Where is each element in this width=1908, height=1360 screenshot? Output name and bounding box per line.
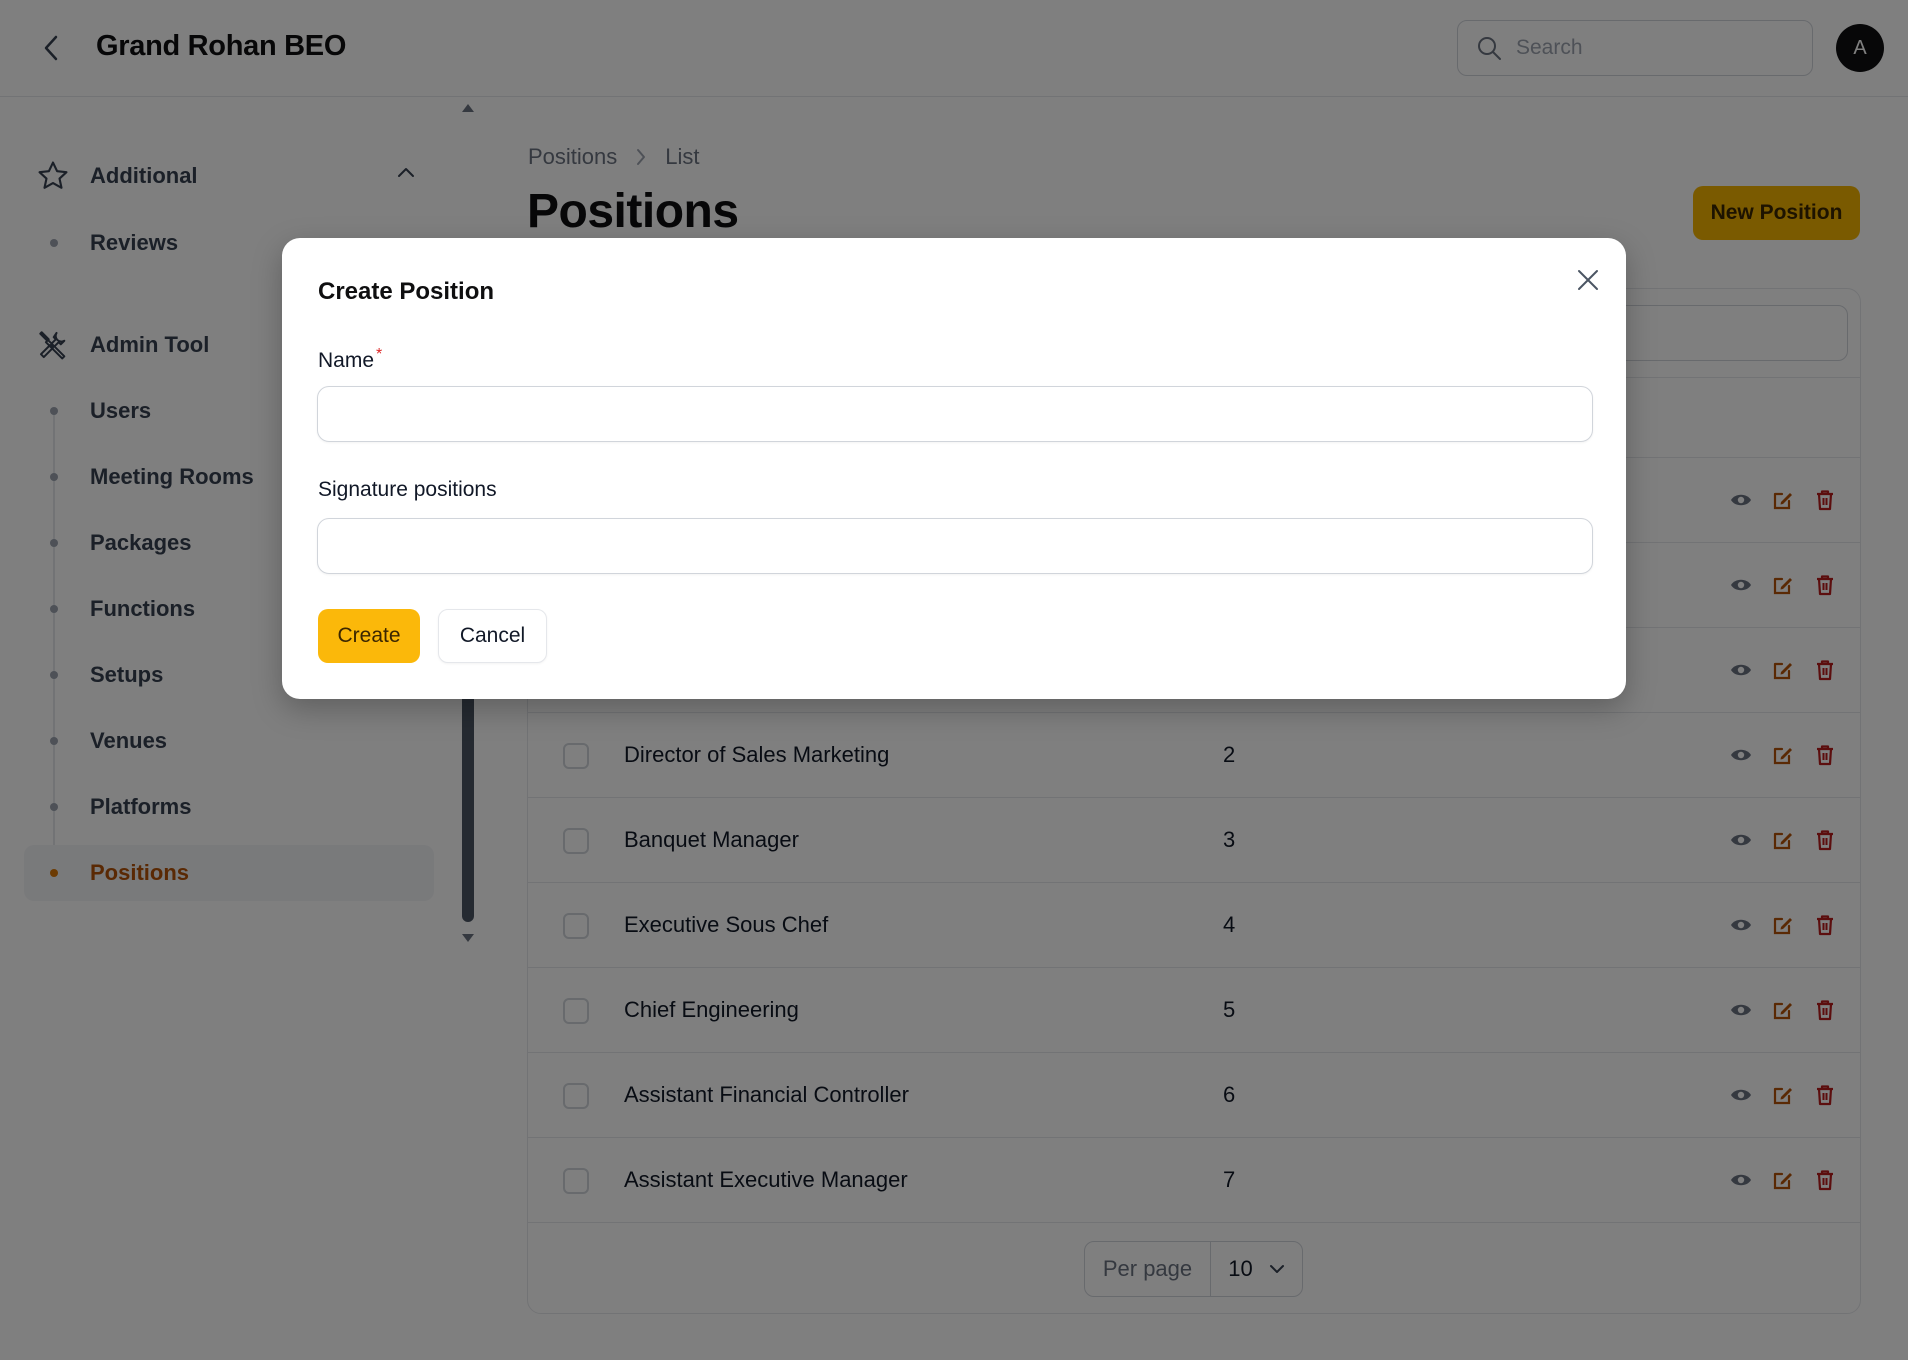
close-button[interactable] [1570, 262, 1606, 298]
cancel-button[interactable]: Cancel [438, 609, 547, 663]
create-position-modal: Create Position Name * Signature position… [282, 238, 1626, 699]
name-field-label: Name * [318, 346, 382, 373]
name-label-text: Name [318, 349, 375, 372]
create-button[interactable]: Create [318, 609, 420, 663]
close-icon [1578, 270, 1598, 290]
required-asterisk: * [376, 346, 383, 363]
name-field[interactable] [317, 386, 1593, 442]
signature-positions-label: Signature positions [318, 478, 497, 501]
modal-title: Create Position [318, 278, 495, 305]
signature-positions-field[interactable] [317, 518, 1593, 574]
